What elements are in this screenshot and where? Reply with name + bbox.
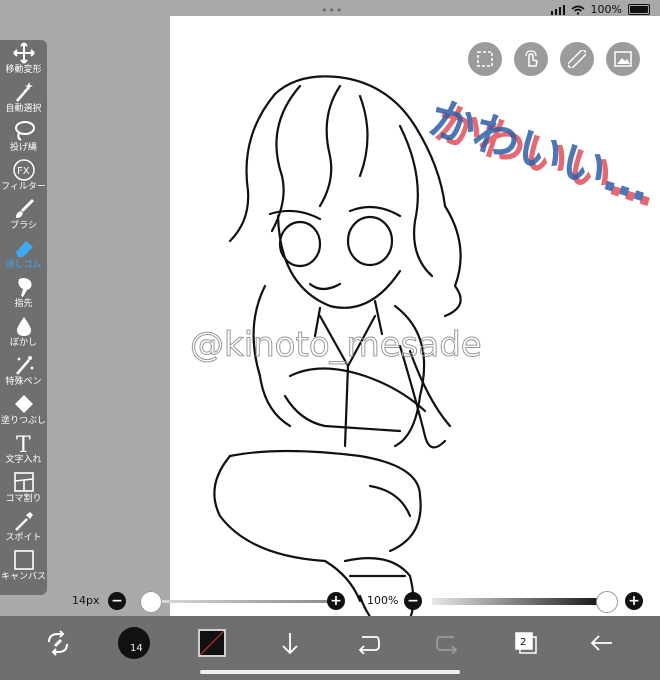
svg-text:T: T [16, 433, 31, 454]
handwriting-blue: かわいい… [423, 90, 658, 212]
brush-size-minus-button[interactable]: − [108, 592, 126, 610]
tool-label: ブラシ [10, 221, 37, 231]
svg-text:2: 2 [520, 637, 526, 648]
tool-label: スポイト [5, 533, 42, 543]
tool-label: 塗りつぶし [0, 416, 47, 426]
ruler-icon [568, 50, 586, 68]
image-icon [614, 51, 632, 67]
top-tools [468, 42, 640, 76]
tool-special-pen[interactable]: 特殊ペン [0, 352, 47, 391]
brush-size-readout: 14px [72, 594, 100, 607]
brush-icon [15, 198, 34, 218]
pen-eraser-switch-icon [48, 630, 68, 656]
canvas-icon [13, 550, 34, 570]
selection-button[interactable] [468, 42, 502, 76]
tool-eraser[interactable]: 消しゴム [0, 235, 47, 274]
eyedropper-icon [14, 512, 33, 531]
tool-label: ぼかし [9, 338, 37, 348]
color-button[interactable] [198, 627, 226, 659]
opacity-minus-button[interactable]: − [404, 592, 422, 610]
tool-label: 消しゴム [5, 260, 42, 270]
finger-icon [18, 278, 31, 297]
tool-label: 特殊ペン [5, 377, 42, 387]
eraser-icon [15, 241, 33, 257]
selection-icon [477, 51, 493, 67]
brush-size-number: 14 [130, 643, 143, 654]
tool-label: フィルター [1, 182, 46, 192]
tool-brush[interactable]: ブラシ [0, 196, 47, 235]
tool-panel[interactable]: コマ割り [0, 469, 47, 508]
gesture-icon [525, 50, 538, 67]
layers-button[interactable]: 2 [512, 627, 540, 659]
watermark-text: @kinoto_mesade [190, 325, 482, 365]
arrow-down-icon [282, 633, 298, 655]
lasso-icon [14, 121, 35, 141]
ruler-button[interactable] [560, 42, 594, 76]
tool-filter[interactable]: FX フィルター [0, 157, 47, 196]
brush-settings-bar: 14px − + 100% − + [0, 588, 660, 616]
brush-size-button[interactable]: 14 [118, 627, 150, 659]
drawing-canvas[interactable]: @kinoto_mesade かわいい… かわいい… [170, 16, 660, 616]
battery-icon [628, 4, 650, 15]
tool-label: コマ割り [5, 494, 42, 504]
tool-eyedropper[interactable]: スポイト [0, 508, 47, 547]
tool-switch-button[interactable] [42, 627, 74, 659]
redo-icon [436, 636, 458, 654]
redo-button[interactable] [434, 627, 462, 659]
opacity-slider-track[interactable] [432, 598, 606, 605]
tool-canvas[interactable]: キャンバス [0, 547, 47, 586]
wifi-icon [571, 5, 585, 15]
brush-size-slider-knob[interactable] [140, 591, 162, 613]
arrow-left-icon [590, 635, 612, 651]
svg-text:FX: FX [17, 166, 30, 177]
line-art-drawing: @kinoto_mesade かわいい… かわいい… [190, 75, 660, 616]
opacity-plus-button[interactable]: + [625, 592, 643, 610]
undo-icon [358, 636, 380, 654]
status-right: 100% [550, 3, 650, 16]
tool-lasso[interactable]: 投げ縄 [0, 118, 47, 157]
left-toolbar: 移動変形 自動選択 投げ縄 FX フィルター ブラシ 消しゴム 指先 ぼかし 特… [0, 40, 47, 595]
battery-percent: 100% [590, 3, 622, 16]
opacity-readout: 100% [367, 594, 399, 607]
tool-text[interactable]: T 文字入れ [0, 430, 47, 469]
blur-icon [16, 317, 31, 336]
tool-fill[interactable]: 塗りつぶし [0, 391, 47, 430]
brush-preview-icon: 14 [118, 627, 150, 659]
tool-blur[interactable]: ぼかし [0, 313, 47, 352]
text-icon: T [16, 433, 31, 454]
undo-button[interactable] [354, 627, 382, 659]
panel-icon [13, 472, 34, 492]
back-button[interactable] [588, 627, 616, 659]
tool-label: 文字入れ [5, 455, 42, 465]
move-icon [12, 42, 35, 64]
fill-icon [14, 395, 33, 413]
home-indicator [200, 670, 460, 674]
tool-label: 指先 [14, 299, 33, 309]
tool-label: キャンバス [0, 572, 46, 582]
gesture-button[interactable] [514, 42, 548, 76]
opacity-slider-knob[interactable] [596, 591, 618, 613]
tool-move[interactable]: 移動変形 [0, 40, 47, 79]
swatch-diagonal [199, 630, 225, 656]
layers-icon: 2 [515, 632, 537, 654]
brush-size-plus-button[interactable]: + [327, 592, 345, 610]
tool-magic-wand[interactable]: 自動選択 [0, 79, 47, 118]
tool-finger[interactable]: 指先 [0, 274, 47, 313]
image-button[interactable] [606, 42, 640, 76]
tool-label: 移動変形 [5, 65, 42, 75]
brush-size-slider-track[interactable] [150, 600, 336, 603]
tool-label: 自動選択 [5, 104, 42, 114]
color-swatch-icon [198, 629, 226, 657]
fx-icon: FX [12, 159, 35, 181]
tool-label: 投げ縄 [9, 143, 37, 153]
special-pen-icon [15, 356, 33, 375]
signal-icon [550, 4, 565, 15]
layer-down-button[interactable] [276, 627, 304, 659]
magic-wand-icon [15, 82, 33, 102]
